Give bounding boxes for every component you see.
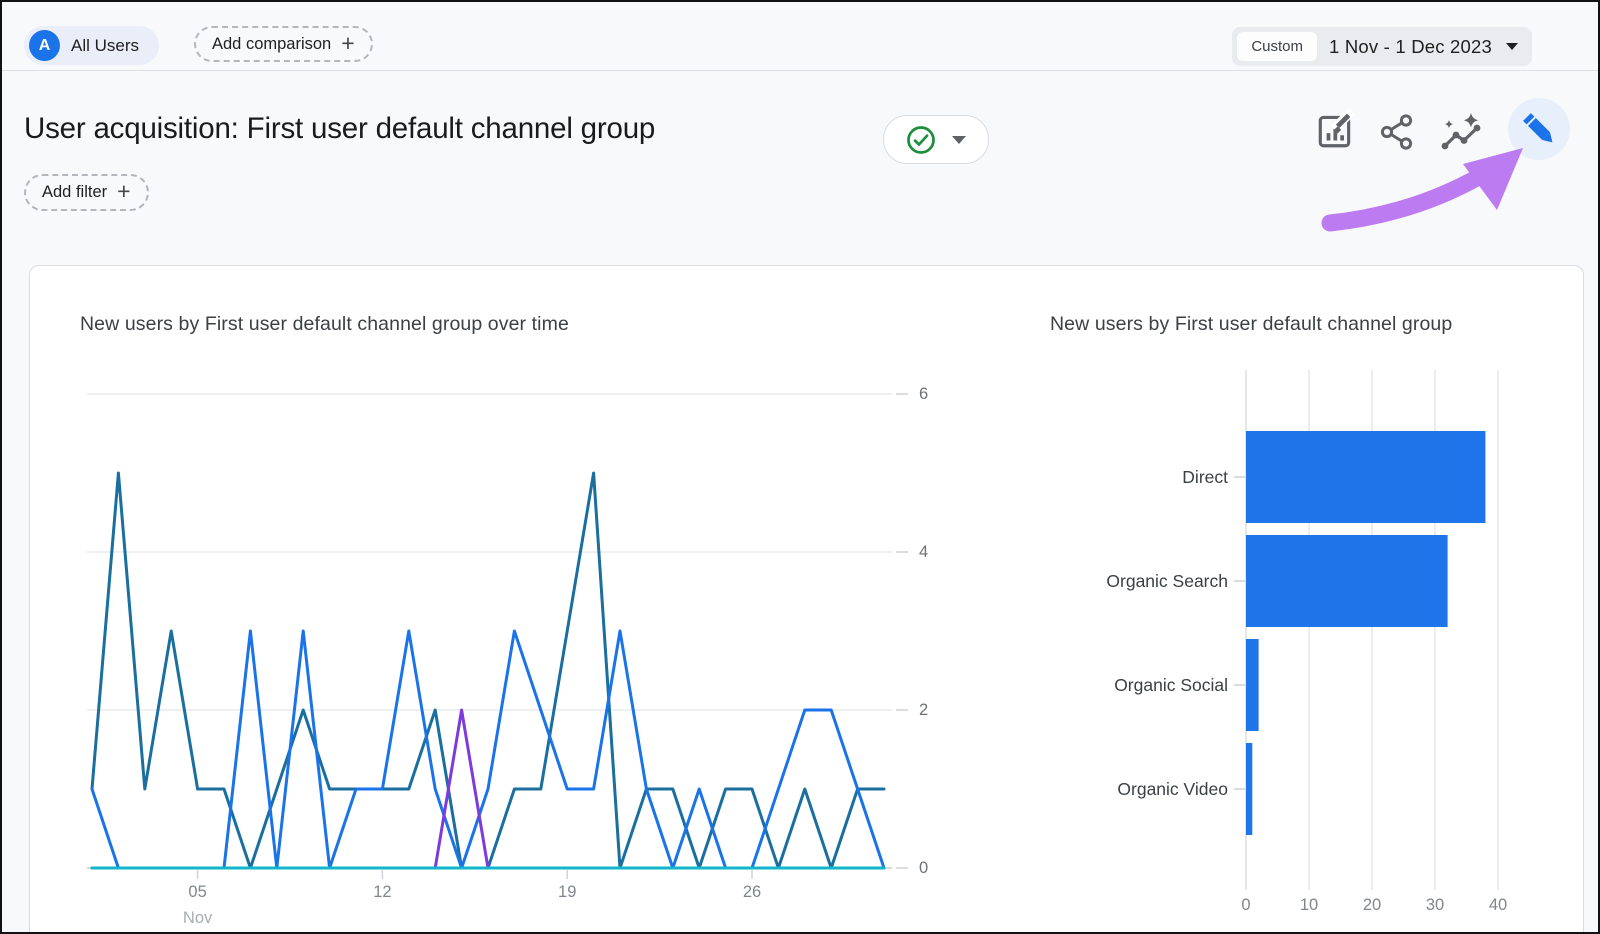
report-status-dropdown[interactable]	[883, 115, 989, 164]
svg-text:0: 0	[919, 859, 928, 877]
plus-icon: +	[117, 180, 130, 203]
svg-text:Direct: Direct	[1182, 467, 1228, 487]
add-comparison-button[interactable]: Add comparison +	[194, 26, 373, 62]
new-users-over-time-line-chart: 0 2 4 6 05 Nov 12 19 26	[82, 372, 952, 932]
audience-avatar: A	[29, 30, 60, 61]
svg-text:10: 10	[1300, 896, 1318, 914]
svg-text:Organic Social: Organic Social	[1114, 675, 1228, 695]
share-icon	[1377, 112, 1417, 152]
share-button[interactable]	[1374, 109, 1420, 155]
svg-text:4: 4	[919, 543, 928, 561]
svg-text:Organic Video: Organic Video	[1117, 779, 1228, 799]
svg-text:26: 26	[743, 883, 761, 901]
header-divider	[2, 70, 1598, 71]
customize-report-button[interactable]	[1312, 107, 1358, 153]
date-range-selector[interactable]: Custom 1 Nov - 1 Dec 2023	[1232, 27, 1532, 66]
line-chart-title: New users by First user default channel …	[80, 307, 780, 342]
add-filter-label: Add filter	[42, 183, 107, 202]
edit-report-button[interactable]	[1508, 98, 1570, 160]
insights-button[interactable]	[1438, 108, 1484, 154]
svg-text:20: 20	[1363, 896, 1381, 914]
svg-text:Nov: Nov	[183, 909, 213, 927]
svg-text:19: 19	[558, 883, 576, 901]
add-filter-button[interactable]: Add filter +	[24, 174, 149, 211]
svg-text:30: 30	[1426, 896, 1444, 914]
svg-text:12: 12	[373, 883, 391, 901]
svg-text:05: 05	[188, 883, 206, 901]
page-title: User acquisition: First user default cha…	[24, 112, 655, 146]
audience-chip-all-users[interactable]: A All Users	[24, 26, 159, 65]
insights-sparkline-icon	[1438, 110, 1484, 152]
check-circle-icon	[906, 125, 936, 155]
chevron-down-icon	[1506, 43, 1518, 50]
new-users-by-channel-bar-chart: 0 10 20 30 40 Direct Organic Search Organic Soc…	[1042, 362, 1582, 922]
svg-text:40: 40	[1489, 896, 1507, 914]
svg-text:Organic Search: Organic Search	[1106, 571, 1228, 591]
svg-text:2: 2	[919, 701, 928, 719]
add-comparison-label: Add comparison	[212, 35, 331, 54]
audience-chip-label: All Users	[71, 36, 139, 56]
edit-pencil-icon	[1517, 107, 1561, 151]
date-range-value: 1 Nov - 1 Dec 2023	[1317, 36, 1506, 58]
bar-chart-title: New users by First user default channel …	[1050, 307, 1515, 342]
customize-report-icon	[1314, 109, 1356, 151]
svg-text:0: 0	[1241, 896, 1250, 914]
svg-text:6: 6	[919, 385, 928, 403]
chevron-down-icon	[952, 136, 966, 144]
ga4-report-screen: A All Users Add comparison + Custom 1 No…	[0, 0, 1600, 934]
plus-icon: +	[341, 32, 354, 55]
date-mode-badge: Custom	[1237, 32, 1317, 61]
